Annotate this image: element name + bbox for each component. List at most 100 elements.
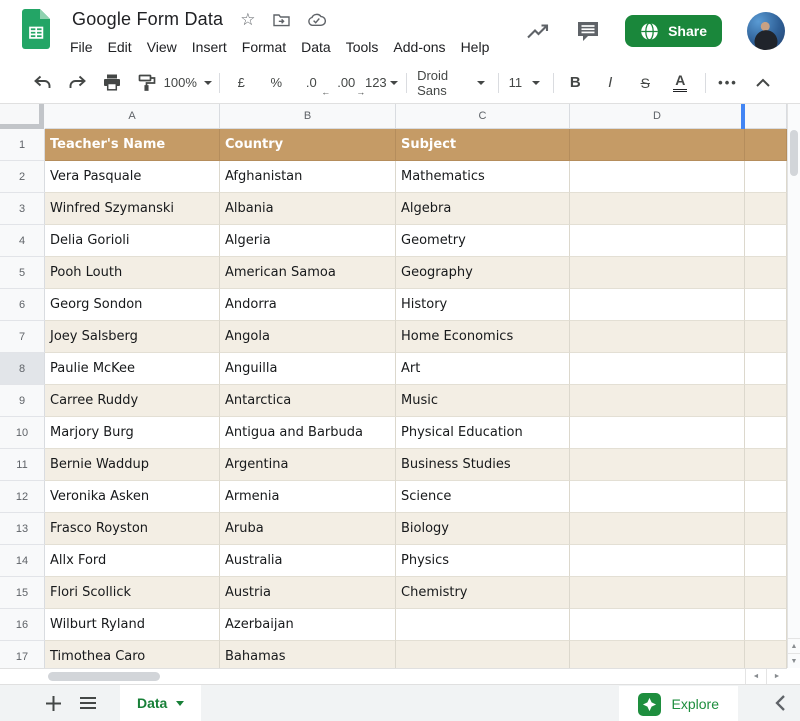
cell-D3[interactable] — [570, 193, 745, 225]
cell-C14[interactable]: Physics — [396, 545, 570, 577]
number-format-button[interactable]: 123 — [369, 70, 393, 96]
cell-B10[interactable]: Antigua and Barbuda — [220, 417, 396, 449]
row-header-5[interactable]: 5 — [0, 257, 45, 289]
cell-B6[interactable]: Andorra — [220, 289, 396, 321]
menu-help[interactable]: Help — [461, 39, 490, 55]
cell-A10[interactable]: Marjory Burg — [45, 417, 220, 449]
cell-A15[interactable]: Flori Scollick — [45, 577, 220, 609]
cell-B5[interactable]: American Samoa — [220, 257, 396, 289]
cell-C7[interactable]: Home Economics — [396, 321, 570, 353]
cell-C12[interactable]: Science — [396, 481, 570, 513]
explore-button[interactable]: Explore — [619, 686, 738, 721]
row-header-6[interactable]: 6 — [0, 289, 45, 321]
menu-file[interactable]: File — [70, 39, 93, 55]
cell-C11[interactable]: Business Studies — [396, 449, 570, 481]
row-header-13[interactable]: 13 — [0, 513, 45, 545]
cell-A11[interactable]: Bernie Waddup — [45, 449, 220, 481]
cell-B14[interactable]: Australia — [220, 545, 396, 577]
cell-C1[interactable]: Subject — [396, 129, 570, 161]
row-header-11[interactable]: 11 — [0, 449, 45, 481]
menu-view[interactable]: View — [147, 39, 177, 55]
comment-icon[interactable] — [576, 21, 600, 41]
cell-C17[interactable] — [396, 641, 570, 668]
cell-E6-partial[interactable] — [745, 289, 787, 321]
bold-button[interactable]: B — [563, 70, 587, 96]
add-sheet-button[interactable] — [45, 695, 62, 712]
cell-B2[interactable]: Afghanistan — [220, 161, 396, 193]
cell-D14[interactable] — [570, 545, 745, 577]
cell-B4[interactable]: Algeria — [220, 225, 396, 257]
row-header-10[interactable]: 10 — [0, 417, 45, 449]
sheets-logo-icon[interactable] — [22, 9, 50, 49]
scroll-up-arrow[interactable]: ▲ — [788, 638, 800, 653]
move-to-folder-icon[interactable] — [273, 13, 290, 27]
scroll-down-arrow[interactable]: ▼ — [788, 653, 800, 668]
row-header-12[interactable]: 12 — [0, 481, 45, 513]
cell-C6[interactable]: History — [396, 289, 570, 321]
row-header-7[interactable]: 7 — [0, 321, 45, 353]
vertical-scrollbar[interactable]: ▲ ▼ — [787, 104, 800, 668]
cell-C2[interactable]: Mathematics — [396, 161, 570, 193]
select-all-corner[interactable] — [0, 104, 45, 129]
cell-A4[interactable]: Delia Gorioli — [45, 225, 220, 257]
cell-E9-partial[interactable] — [745, 385, 787, 417]
cell-D15[interactable] — [570, 577, 745, 609]
menu-data[interactable]: Data — [301, 39, 331, 55]
redo-button[interactable] — [65, 70, 89, 96]
document-title[interactable]: Google Form Data — [72, 9, 223, 30]
cell-B9[interactable]: Antarctica — [220, 385, 396, 417]
cell-E10-partial[interactable] — [745, 417, 787, 449]
cell-D12[interactable] — [570, 481, 745, 513]
row-header-3[interactable]: 3 — [0, 193, 45, 225]
horizontal-scrollbar[interactable]: ◄ ► — [0, 668, 787, 684]
cell-E8-partial[interactable] — [745, 353, 787, 385]
menu-format[interactable]: Format — [242, 39, 286, 55]
cell-E7-partial[interactable] — [745, 321, 787, 353]
scroll-right-arrow[interactable]: ► — [766, 669, 787, 684]
cell-E4-partial[interactable] — [745, 225, 787, 257]
cell-D9[interactable] — [570, 385, 745, 417]
star-icon[interactable]: ☆ — [240, 11, 255, 28]
cell-A13[interactable]: Frasco Royston — [45, 513, 220, 545]
paint-format-button[interactable] — [135, 70, 159, 96]
cell-E13-partial[interactable] — [745, 513, 787, 545]
row-header-1[interactable]: 1 — [0, 129, 45, 161]
cell-A3[interactable]: Winfred Szymanski — [45, 193, 220, 225]
text-color-button[interactable]: A — [668, 70, 692, 96]
print-button[interactable] — [100, 70, 124, 96]
column-header-D[interactable]: D — [570, 104, 745, 129]
format-percent-button[interactable]: % — [264, 70, 288, 96]
cloud-saved-icon[interactable] — [307, 13, 326, 27]
cell-A12[interactable]: Veronika Asken — [45, 481, 220, 513]
menu-add-ons[interactable]: Add-ons — [393, 39, 445, 55]
all-sheets-menu-button[interactable] — [79, 696, 97, 710]
cell-A8[interactable]: Paulie McKee — [45, 353, 220, 385]
cell-E14-partial[interactable] — [745, 545, 787, 577]
cell-B3[interactable]: Albania — [220, 193, 396, 225]
cell-C13[interactable]: Biology — [396, 513, 570, 545]
cell-D10[interactable] — [570, 417, 745, 449]
zoom-select[interactable]: 100% — [170, 70, 206, 96]
cell-B7[interactable]: Angola — [220, 321, 396, 353]
row-header-14[interactable]: 14 — [0, 545, 45, 577]
column-header-C[interactable]: C — [396, 104, 570, 129]
vertical-scrollbar-thumb[interactable] — [790, 130, 798, 176]
cell-D7[interactable] — [570, 321, 745, 353]
menu-tools[interactable]: Tools — [346, 39, 379, 55]
cell-D6[interactable] — [570, 289, 745, 321]
font-select[interactable]: Droid Sans — [417, 70, 485, 96]
cell-E12-partial[interactable] — [745, 481, 787, 513]
more-toolbar-button[interactable]: ••• — [716, 70, 740, 96]
cell-C5[interactable]: Geography — [396, 257, 570, 289]
cell-E1-partial[interactable] — [745, 129, 787, 161]
cell-B12[interactable]: Armenia — [220, 481, 396, 513]
row-header-2[interactable]: 2 — [0, 161, 45, 193]
cell-B15[interactable]: Austria — [220, 577, 396, 609]
cell-A9[interactable]: Carree Ruddy — [45, 385, 220, 417]
horizontal-scrollbar-thumb[interactable] — [48, 672, 160, 681]
column-header-partial[interactable] — [745, 104, 787, 129]
cell-B16[interactable]: Azerbaijan — [220, 609, 396, 641]
cell-A2[interactable]: Vera Pasquale — [45, 161, 220, 193]
cell-C4[interactable]: Geometry — [396, 225, 570, 257]
cell-C16[interactable] — [396, 609, 570, 641]
